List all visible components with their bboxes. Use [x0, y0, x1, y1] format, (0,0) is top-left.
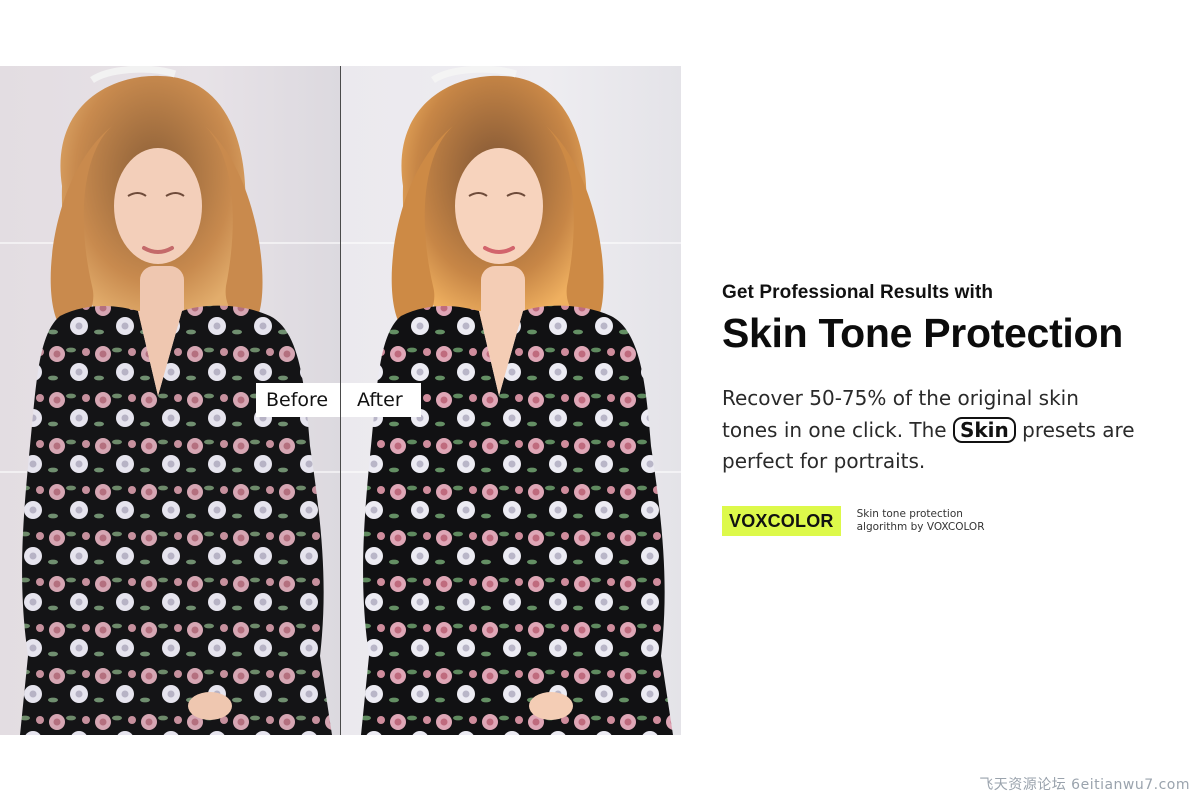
- brand-note-line: algorithm by VOXCOLOR: [856, 520, 985, 533]
- brand-note: Skin tone protection algorithm by VOXCOL…: [857, 508, 1007, 534]
- feature-copy: Get Professional Results with Skin Tone …: [722, 282, 1162, 536]
- before-after-comparison: Before After: [0, 66, 681, 735]
- brand-row: VOXCOLOR Skin tone protection algorithm …: [722, 505, 1162, 536]
- brand-note-line: Skin tone protection: [856, 507, 963, 520]
- body-line: Recover 50-75% of the original skin: [722, 386, 1079, 410]
- body-copy: Recover 50-75% of the original skin tone…: [722, 383, 1152, 478]
- body-line: perfect for portraits.: [722, 449, 926, 473]
- headline: Skin Tone Protection: [722, 310, 1123, 356]
- body-line: tones in one click. The Skin presets are: [722, 415, 1152, 447]
- before-label: Before: [256, 383, 340, 417]
- kicker-text: Get Professional Results with: [722, 282, 994, 303]
- body-text: presets are: [1015, 417, 1135, 442]
- body-text: tones in one click. The: [722, 417, 947, 442]
- watermark: 飞天资源论坛 6eitianwu7.com: [979, 777, 1190, 793]
- skin-preset-pill: Skin: [952, 416, 1016, 443]
- brand-badge: VOXCOLOR: [722, 505, 841, 536]
- after-label: After: [341, 383, 421, 417]
